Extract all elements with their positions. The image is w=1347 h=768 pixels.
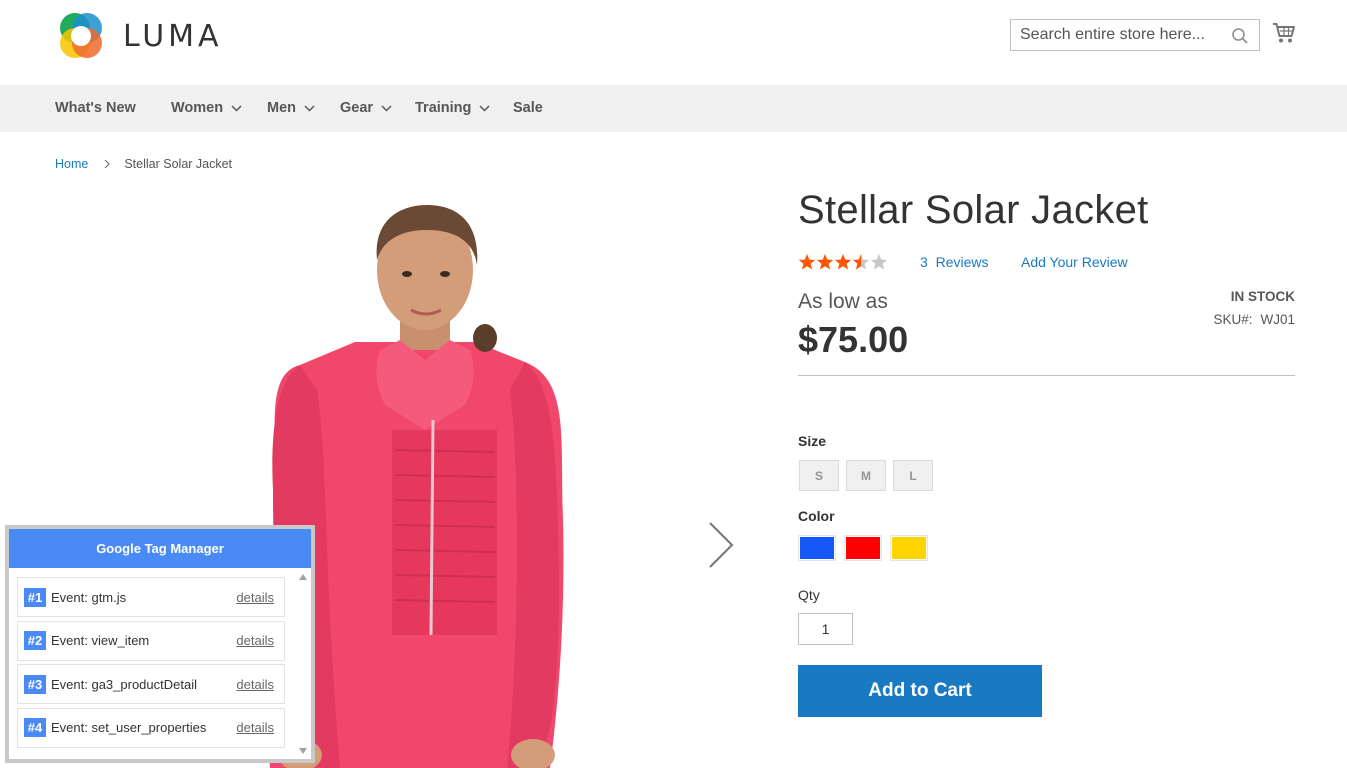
gtm-event-label: Event: set_user_properties xyxy=(51,720,207,735)
gtm-event-number: #3 xyxy=(24,674,46,694)
gtm-event-row: #4 Event: set_user_properties details xyxy=(17,707,285,748)
add-to-cart-button[interactable]: Add to Cart xyxy=(798,665,1042,717)
nav-item-label: Men xyxy=(267,100,296,116)
gtm-details-link[interactable]: details xyxy=(236,590,274,605)
star-half-icon xyxy=(852,254,870,270)
reviews-count: 3 xyxy=(920,254,928,270)
gtm-details-link[interactable]: details xyxy=(236,677,274,692)
sku: SKU#: WJ01 xyxy=(1213,312,1295,327)
nav-item-women[interactable]: Women xyxy=(171,85,242,132)
chevron-down-icon xyxy=(381,105,392,112)
luma-logo-icon xyxy=(60,13,102,58)
size-label: Size xyxy=(798,433,827,449)
nav-item-training[interactable]: Training xyxy=(415,85,490,132)
stock-status: IN STOCK xyxy=(1230,289,1295,304)
star-icon xyxy=(798,254,816,270)
product-title: Stellar Solar Jacket xyxy=(798,188,1149,232)
breadcrumb-home-link[interactable]: Home xyxy=(55,157,88,171)
nav-item-sale[interactable]: Sale xyxy=(513,85,543,132)
color-swatch-yellow[interactable] xyxy=(890,535,928,561)
image-next-arrow-icon[interactable] xyxy=(706,520,736,570)
nav-item-label: Women xyxy=(171,100,224,116)
gtm-debug-panel: Google Tag Manager #1 Event: gtm.js deta… xyxy=(5,525,315,763)
main-nav: What's New Women Men Gear Training Sale xyxy=(0,85,1347,132)
gtm-event-list: #1 Event: gtm.js details #2 Event: view_… xyxy=(17,577,285,751)
chevron-right-icon xyxy=(104,159,111,169)
logo-text: LUMA xyxy=(123,18,223,54)
search-box[interactable] xyxy=(1010,19,1260,51)
search-input[interactable] xyxy=(1020,26,1220,44)
star-icon xyxy=(816,254,834,270)
sku-value: WJ01 xyxy=(1260,312,1295,327)
add-review-link[interactable]: Add Your Review xyxy=(1021,254,1128,270)
rating-stars xyxy=(798,253,888,271)
gtm-event-number: #4 xyxy=(24,718,46,737)
page-header: LUMA xyxy=(0,0,1347,85)
gtm-event-label: Event: view_item xyxy=(51,633,150,648)
nav-item-gear[interactable]: Gear xyxy=(340,85,392,132)
search-icon[interactable] xyxy=(1231,27,1249,45)
cart-icon[interactable] xyxy=(1272,22,1296,44)
gtm-event-number: #1 xyxy=(24,587,46,607)
nav-item-label: Training xyxy=(415,100,472,116)
gtm-details-link[interactable]: details xyxy=(236,720,274,735)
gtm-event-row: #1 Event: gtm.js details xyxy=(17,577,285,617)
gtm-event-label: Event: ga3_productDetail xyxy=(51,676,197,692)
nav-item-whats-new[interactable]: What's New xyxy=(55,85,136,132)
chevron-down-icon xyxy=(479,105,490,112)
star-icon xyxy=(834,254,852,270)
reviews-label: Reviews xyxy=(935,254,989,270)
star-empty-icon xyxy=(870,254,888,270)
color-label: Color xyxy=(798,508,835,524)
size-option-m[interactable]: M xyxy=(846,460,886,491)
gtm-event-number: #2 xyxy=(24,631,46,650)
gtm-event-row: #3 Event: ga3_productDetail details xyxy=(17,664,285,704)
nav-item-men[interactable]: Men xyxy=(267,85,315,132)
gtm-details-link[interactable]: details xyxy=(236,633,274,648)
color-swatch-blue[interactable] xyxy=(798,535,836,561)
gtm-event-label: Event: gtm.js xyxy=(51,589,127,605)
size-option-s[interactable]: S xyxy=(799,460,839,491)
chevron-down-icon xyxy=(231,105,242,112)
divider xyxy=(798,375,1295,376)
breadcrumb-current: Stellar Solar Jacket xyxy=(124,157,233,171)
nav-item-label: Gear xyxy=(340,100,374,116)
reviews-link[interactable]: 3 Reviews xyxy=(920,254,988,270)
qty-label: Qty xyxy=(798,587,820,603)
nav-item-label: Sale xyxy=(513,100,543,116)
sku-label: SKU#: xyxy=(1213,312,1253,327)
nav-item-label: What's New xyxy=(55,100,136,116)
scrollbar[interactable] xyxy=(297,570,309,758)
product-price: $75.00 xyxy=(798,319,909,360)
chevron-down-icon xyxy=(304,105,315,112)
gtm-event-row: #2 Event: view_item details xyxy=(17,620,285,661)
logo[interactable]: LUMA xyxy=(55,10,223,62)
size-option-l[interactable]: L xyxy=(893,460,933,491)
price-label: As low as xyxy=(798,290,888,313)
color-swatch-red[interactable] xyxy=(844,535,882,561)
qty-input[interactable] xyxy=(798,613,853,645)
gtm-panel-title: Google Tag Manager xyxy=(9,529,311,568)
breadcrumb: Home Stellar Solar Jacket xyxy=(55,157,232,171)
